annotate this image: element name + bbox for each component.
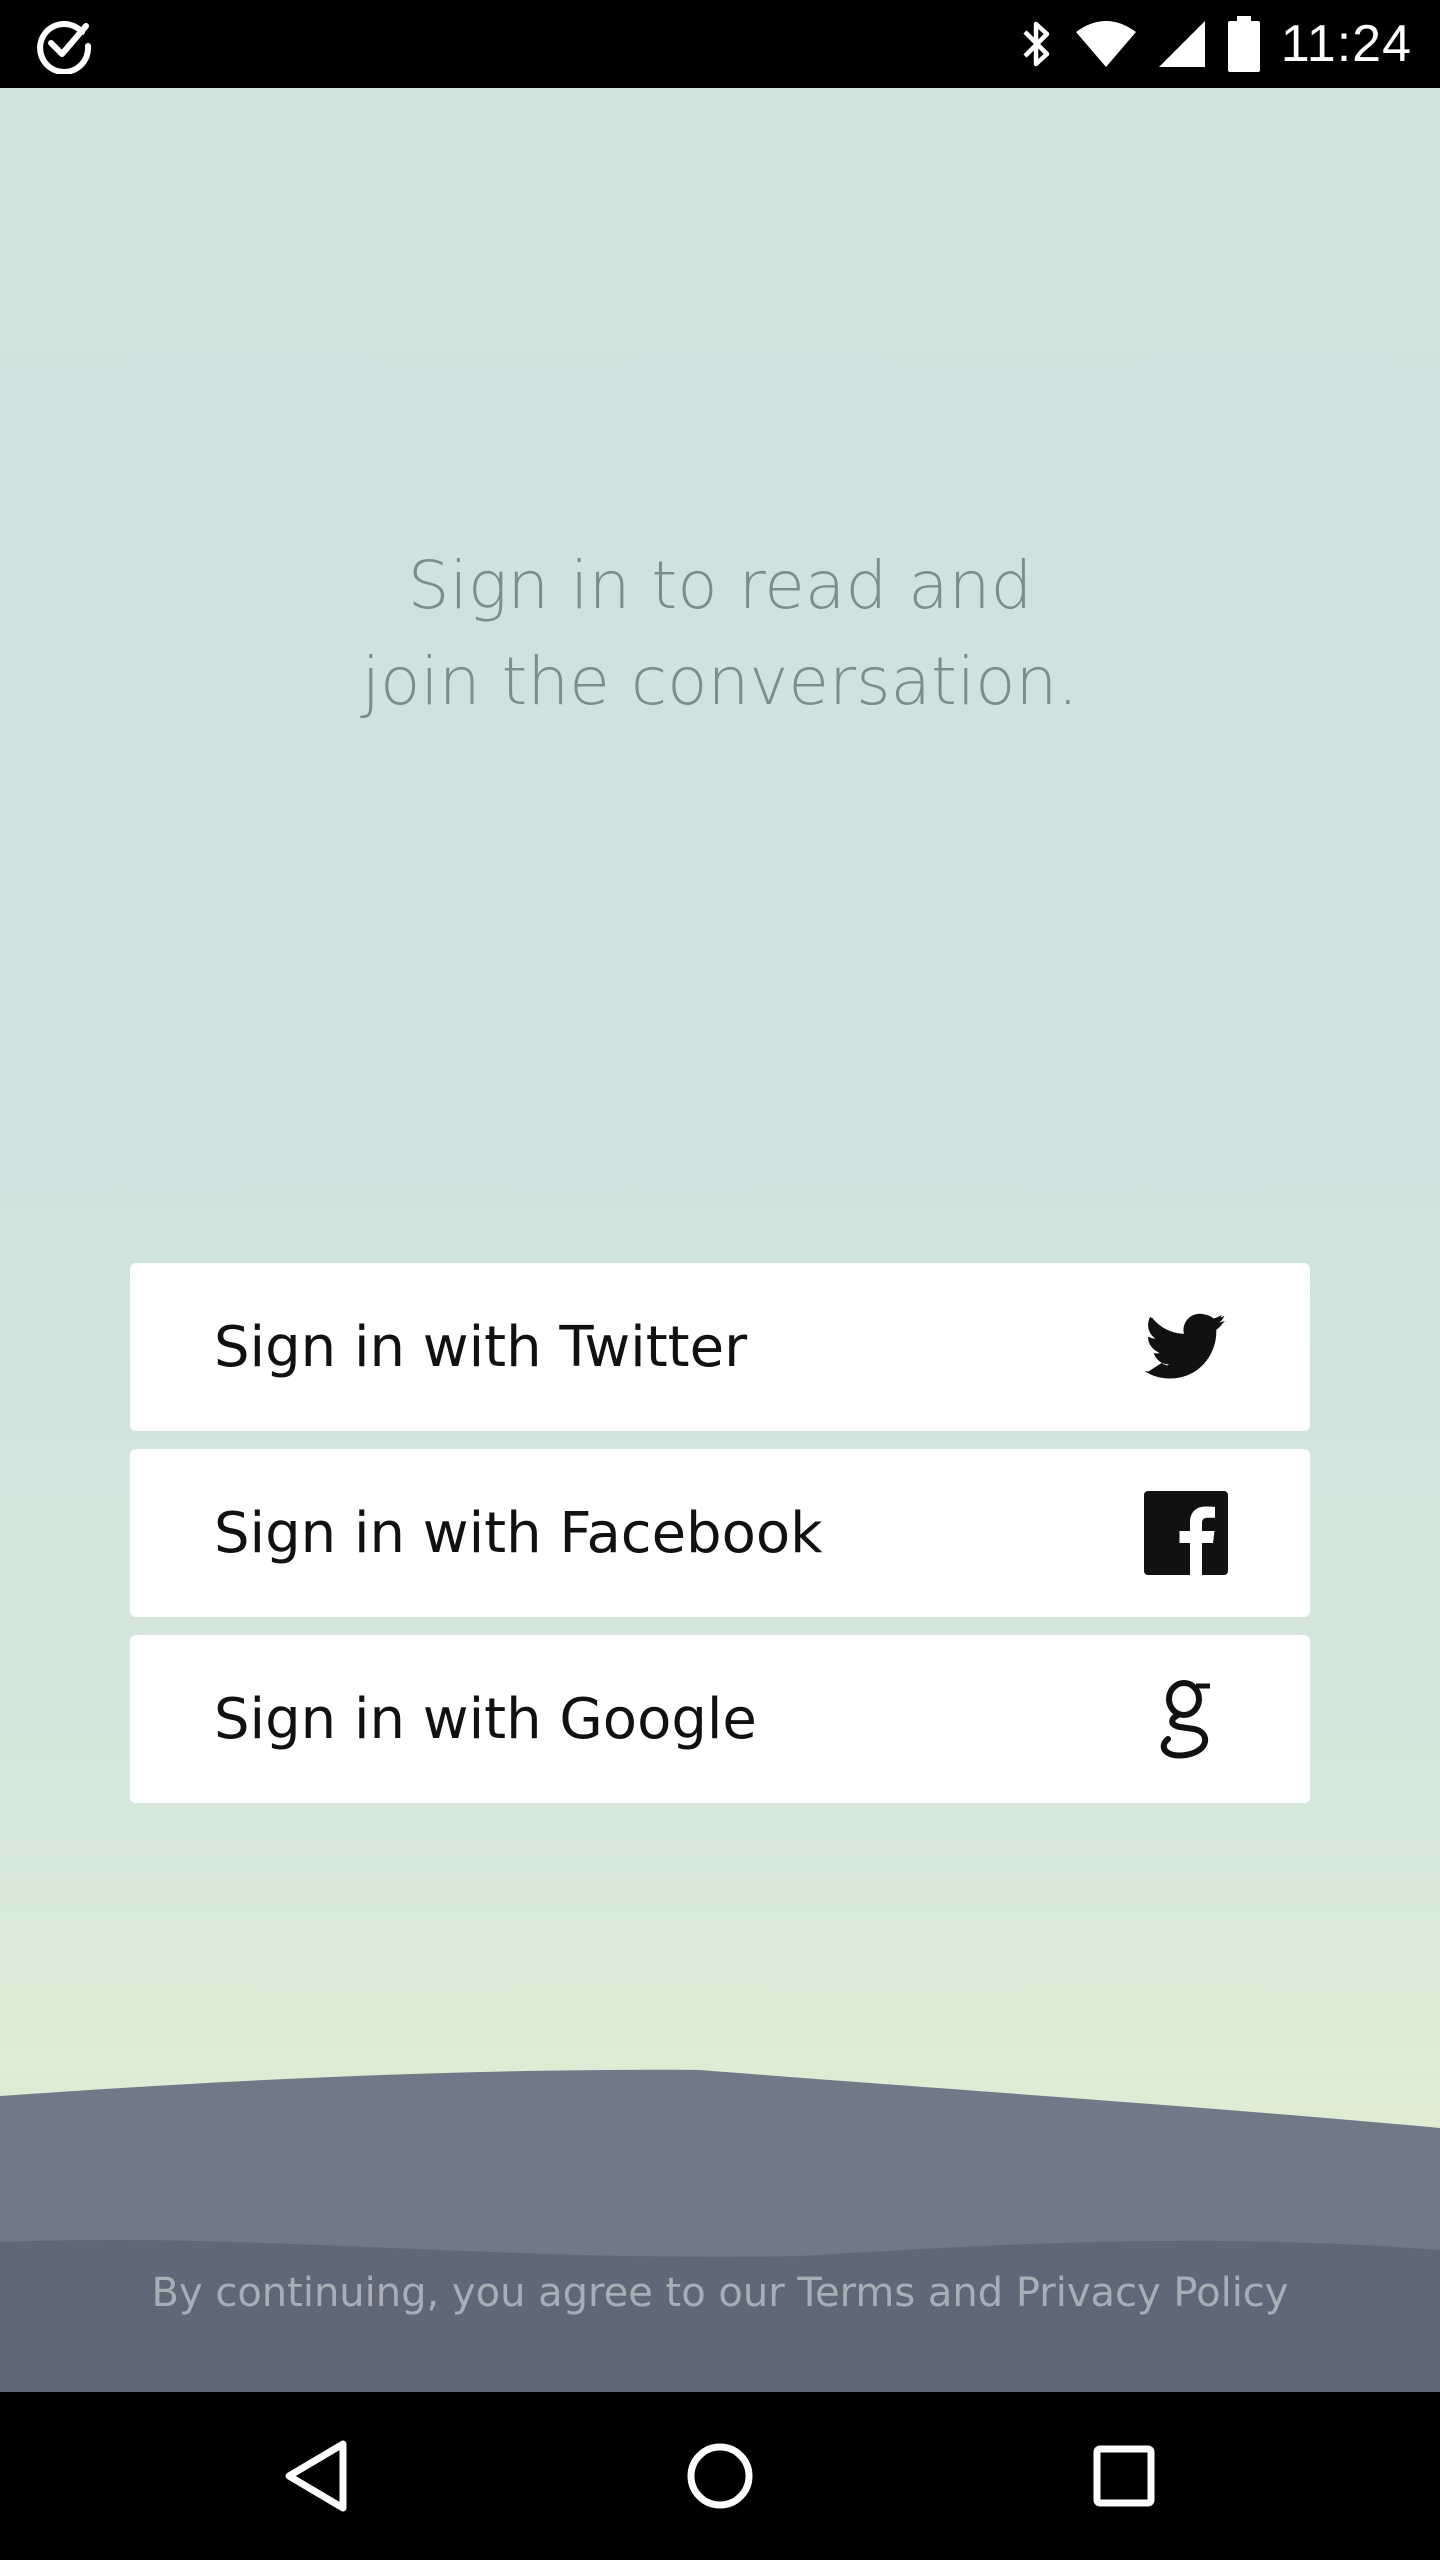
twitter-icon [1144, 1305, 1228, 1389]
signin-facebook-button[interactable]: Sign in with Facebook [130, 1449, 1310, 1617]
recents-icon [1093, 2445, 1155, 2507]
signin-google-label: Sign in with Google [214, 1686, 757, 1752]
facebook-icon [1144, 1491, 1228, 1575]
signin-buttons: Sign in with Twitter Sign in with Facebo… [130, 1263, 1310, 1821]
signal-icon [1158, 21, 1205, 67]
headline: Sign in to read and join the conversatio… [0, 538, 1440, 730]
signin-twitter-label: Sign in with Twitter [214, 1314, 748, 1380]
signin-twitter-button[interactable]: Sign in with Twitter [130, 1263, 1310, 1431]
google-icon [1144, 1677, 1228, 1761]
navigation-bar [0, 2392, 1440, 2560]
wifi-icon [1075, 21, 1136, 67]
check-circle-icon [37, 20, 92, 74]
home-button[interactable] [678, 2434, 762, 2518]
screen: 11:24 Sign in to read and join the conve… [0, 0, 1440, 2560]
legal-text[interactable]: By continuing, you agree to our Terms an… [0, 2270, 1440, 2316]
signin-facebook-label: Sign in with Facebook [214, 1500, 823, 1566]
hills-illustration [0, 2069, 1440, 2392]
back-button[interactable] [274, 2434, 358, 2518]
status-bar: 11:24 [0, 0, 1440, 88]
status-time: 11:24 [1280, 15, 1412, 73]
signin-google-button[interactable]: Sign in with Google [130, 1635, 1310, 1803]
headline-line-1: Sign in to read and [407, 547, 1033, 624]
battery-icon [1227, 16, 1260, 72]
home-icon [687, 2443, 753, 2509]
recents-button[interactable] [1082, 2434, 1166, 2518]
signin-content: Sign in to read and join the conversatio… [0, 88, 1440, 2392]
back-icon [285, 2440, 347, 2512]
headline-line-2: join the conversation. [361, 643, 1079, 720]
status-icons: 11:24 [1019, 0, 1412, 88]
bluetooth-icon [1023, 21, 1049, 67]
